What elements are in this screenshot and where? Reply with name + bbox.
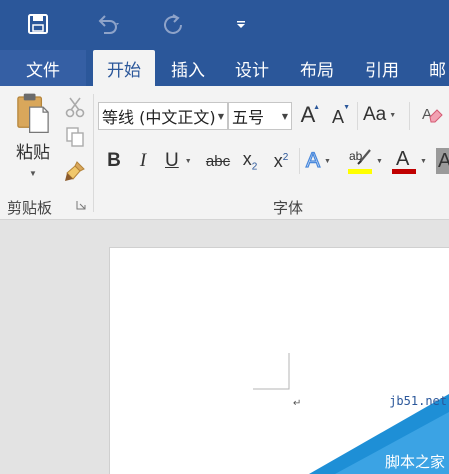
chevron-down-icon: ▼ bbox=[389, 111, 397, 119]
change-case-button[interactable]: Aa ▼ bbox=[363, 100, 403, 130]
group-separator bbox=[93, 94, 94, 212]
superscript-base: x bbox=[273, 150, 283, 171]
strikethrough-icon: abc bbox=[205, 152, 231, 170]
character-shading-button[interactable]: A bbox=[436, 148, 449, 174]
change-case-icon: Aa bbox=[363, 104, 387, 125]
tab-design[interactable]: 设计 bbox=[224, 50, 280, 86]
paste-label: 粘贴 bbox=[16, 143, 50, 163]
subscript-mark: 2 bbox=[251, 161, 258, 173]
redo-icon bbox=[164, 14, 182, 34]
font-name-combo[interactable]: 等线 (中文正文) ▼ bbox=[98, 102, 228, 130]
watermark-site-name: 脚本之家 bbox=[384, 453, 445, 471]
page-margin-corner bbox=[253, 353, 290, 390]
tab-insert[interactable]: 插入 bbox=[160, 50, 216, 86]
paragraph-mark-icon: ↵ bbox=[293, 398, 302, 409]
up-arrow-icon: ▲ bbox=[313, 104, 320, 111]
bold-button[interactable]: B bbox=[102, 146, 126, 176]
ribbon: 粘贴 ▼ 剪贴板 等线 (中文正文) ▼ 五号 ▼ A ▲ A ▼ Aa ▼ A… bbox=[0, 86, 449, 220]
font-name-value: 等线 (中文正文) bbox=[102, 108, 215, 127]
superscript-button[interactable]: x2 bbox=[268, 146, 294, 176]
font-color-button[interactable]: A ▼ bbox=[392, 144, 432, 178]
character-shading-icon: A bbox=[438, 149, 449, 172]
font-size-combo[interactable]: 五号 ▼ bbox=[228, 102, 292, 130]
copy-button[interactable] bbox=[62, 124, 88, 150]
customize-qat-icon bbox=[237, 21, 245, 28]
paste-button[interactable]: 粘贴 ▼ bbox=[8, 92, 58, 178]
underline-icon: U bbox=[165, 150, 179, 171]
strikethrough-button[interactable]: abc bbox=[203, 146, 233, 176]
chevron-down-icon: ▼ bbox=[376, 157, 383, 165]
italic-icon: I bbox=[139, 150, 147, 171]
watermark-url: jb51.net bbox=[389, 394, 447, 408]
tab-layout[interactable]: 布局 bbox=[289, 50, 345, 86]
clear-formatting-icon: A bbox=[422, 106, 443, 123]
subscript-button[interactable]: x2 bbox=[237, 146, 263, 176]
customize-qat-button[interactable] bbox=[232, 8, 250, 40]
tab-references[interactable]: 引用 bbox=[354, 50, 410, 86]
title-bar bbox=[0, 0, 449, 50]
font-size-value: 五号 bbox=[232, 108, 265, 127]
format-painter-icon bbox=[65, 161, 85, 181]
undo-icon bbox=[98, 15, 119, 34]
save-button[interactable] bbox=[24, 8, 52, 40]
font-color-icon: A bbox=[392, 146, 416, 176]
dialog-launcher-icon bbox=[76, 201, 86, 210]
chevron-down-icon: ▼ bbox=[281, 111, 289, 121]
paste-icon bbox=[17, 93, 49, 133]
tab-home[interactable]: 开始 bbox=[93, 50, 155, 86]
clipboard-dialog-launcher[interactable] bbox=[74, 198, 88, 212]
subscript-base: x bbox=[242, 149, 252, 170]
text-effects-button[interactable]: A ▼ bbox=[304, 146, 344, 176]
separator bbox=[357, 102, 358, 130]
chevron-down-icon: ▼ bbox=[29, 169, 37, 178]
tab-file[interactable]: 文件 bbox=[0, 50, 86, 86]
highlight-color-bar bbox=[348, 169, 372, 174]
down-arrow-icon: ▼ bbox=[343, 104, 350, 111]
format-painter-button[interactable] bbox=[62, 158, 88, 184]
clipboard-group-label: 剪贴板 bbox=[7, 199, 53, 217]
copy-icon bbox=[66, 127, 84, 147]
grow-font-button[interactable]: A ▲ bbox=[296, 100, 320, 130]
document-area: ↵ jb51.net 脚本之家 bbox=[0, 220, 449, 474]
chevron-down-icon: ▼ bbox=[420, 157, 427, 165]
tab-mailings[interactable]: 邮 bbox=[423, 50, 449, 86]
font-color-bar bbox=[392, 169, 416, 174]
chevron-down-icon: ▼ bbox=[184, 157, 192, 165]
bold-icon: B bbox=[107, 150, 121, 171]
undo-button[interactable] bbox=[86, 8, 130, 40]
font-color-letter: A bbox=[396, 148, 410, 170]
superscript-mark: 2 bbox=[282, 151, 289, 163]
cut-icon bbox=[65, 97, 85, 118]
text-effects-icon: A bbox=[305, 148, 321, 172]
highlight-button[interactable]: ab ▼ bbox=[348, 144, 388, 178]
chevron-down-icon: ▼ bbox=[217, 111, 225, 121]
cut-button[interactable] bbox=[62, 94, 88, 120]
ribbon-tabs: 文件 开始 插入 设计 布局 引用 邮 bbox=[0, 50, 449, 86]
watermark: jb51.net 脚本之家 bbox=[309, 394, 449, 474]
save-icon bbox=[28, 14, 48, 34]
separator bbox=[409, 102, 410, 130]
superscript-icon: x2 bbox=[274, 151, 289, 172]
separator bbox=[299, 148, 300, 174]
font-group-label: 字体 bbox=[273, 199, 304, 217]
shrink-font-button[interactable]: A ▼ bbox=[326, 100, 350, 130]
underline-button[interactable]: U ▼ bbox=[161, 146, 201, 176]
subscript-icon: x2 bbox=[243, 149, 258, 173]
chevron-down-icon: ▼ bbox=[324, 157, 331, 165]
italic-button[interactable]: I bbox=[131, 146, 155, 176]
highlight-icon: ab bbox=[348, 146, 372, 176]
redo-button[interactable] bbox=[158, 8, 188, 40]
clear-formatting-button[interactable]: A bbox=[418, 100, 446, 130]
